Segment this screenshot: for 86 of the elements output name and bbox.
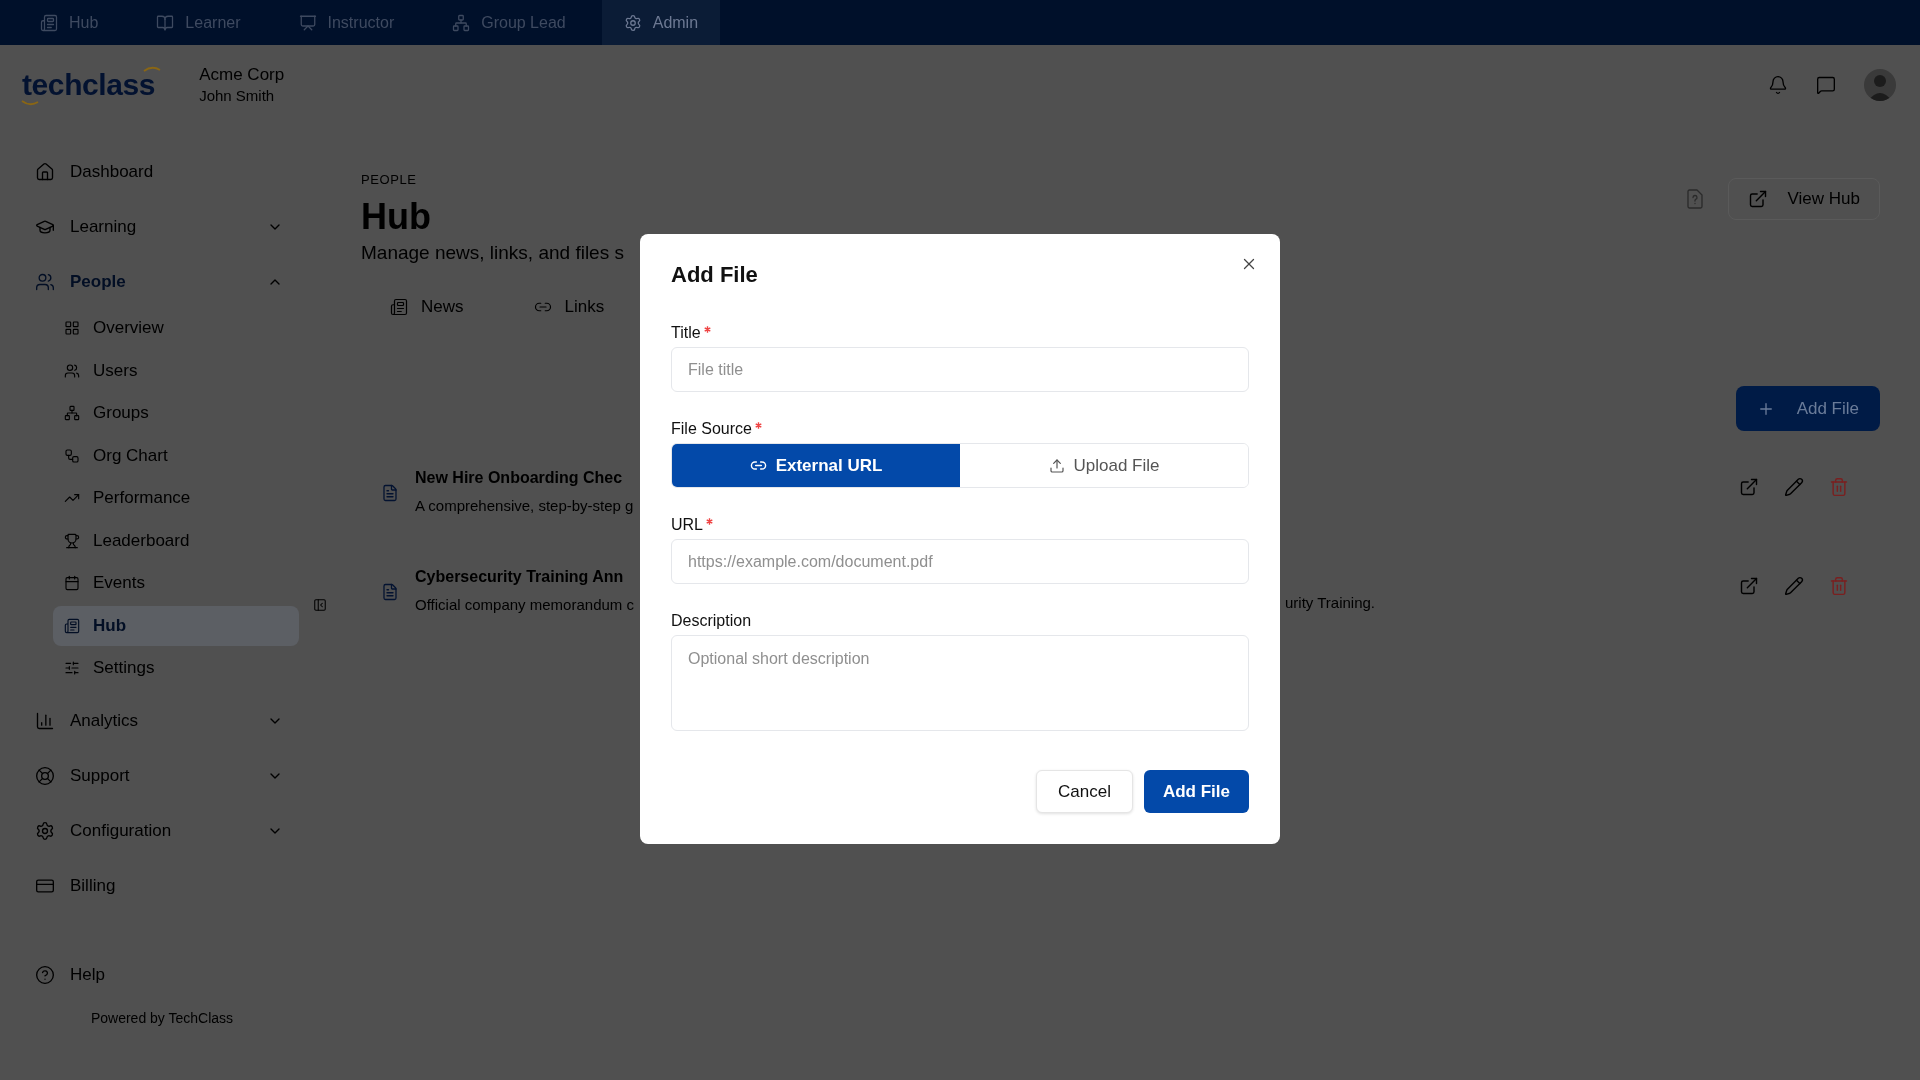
sidebar-item[interactable]: Analytics [25,699,299,743]
hierarchy-icon [64,405,80,421]
user-name: John Smith [199,86,276,106]
trash-icon [1829,476,1849,497]
swoosh-icon [143,66,161,72]
house-icon [35,162,55,182]
pencil-icon [1784,476,1804,497]
sidebar-subitem[interactable]: Overview [53,308,299,348]
dialog-title: Add File [671,261,758,289]
external-link-icon [1747,189,1768,209]
sidebar-subitem[interactable]: Org Chart [53,435,299,476]
external-link-icon [1739,575,1759,596]
submit-button[interactable]: Add File [1143,770,1249,813]
newspaper-icon [64,617,80,634]
bar-chart-icon [35,711,55,731]
input-field[interactable]: File title [671,347,1249,392]
sidebar-subitem[interactable]: Settings [53,648,299,688]
file-title[interactable]: Cybersecurity Training Ann [415,566,624,587]
organization-name: Acme Corp [199,64,285,86]
sidebar-item[interactable]: Configuration [25,809,299,853]
document-icon [381,483,399,502]
trophy-icon [64,532,80,549]
content-tab[interactable]: Links [518,286,620,328]
view-hub-button[interactable]: View Hub [1727,178,1880,220]
field-label: File Source [671,419,752,439]
external-link-icon [1739,476,1759,497]
file-description: Official company memorandum c [415,595,634,613]
grid-icon [64,320,80,336]
top-nav-tab[interactable]: Learner [134,0,263,45]
collapse-sidebar-icon[interactable] [313,598,327,612]
top-nav-tab[interactable]: Instructor [276,0,417,45]
breadcrumb: PEOPLE [361,172,417,188]
people-icon [35,272,55,292]
add-file-button[interactable]: Add File [1735,386,1880,431]
lifebuoy-icon [35,766,55,786]
top-nav-tab[interactable]: Hub [18,0,121,45]
sidebar-item[interactable]: Dashboard [25,150,299,194]
textarea-field[interactable]: Optional short description [671,635,1249,731]
top-nav-tab[interactable]: Group Lead [430,0,588,45]
document-icon [381,582,399,601]
sidebar-subitem[interactable]: Hub [53,605,299,646]
bell-icon[interactable] [1768,75,1788,95]
sidebar-subitem[interactable]: Groups [53,393,299,433]
hierarchy-icon [452,13,471,32]
newspaper-icon [390,298,408,316]
source-option[interactable]: External URL [672,444,960,487]
calendar-icon [64,575,80,591]
people-icon [64,362,80,379]
logo-wordmark: techclass [22,70,156,100]
gear-icon [35,821,55,841]
field-label: URL [671,515,703,535]
content-tab[interactable]: News [375,286,479,328]
file-description: A comprehensive, step-by-step g [415,496,634,514]
field-label: Title [671,323,701,343]
sidebar-subitem[interactable]: Leaderboard [53,520,299,561]
trash-icon [1829,575,1849,596]
sidebar-subitem[interactable]: Users [53,350,299,391]
sidebar-item[interactable]: Support [25,754,299,798]
help-link[interactable]: Help [25,953,299,997]
file-title[interactable]: New Hire Onboarding Chec [415,467,623,488]
powered-by-text: Powered by TechClass [90,1009,234,1027]
file-question-icon[interactable] [1686,189,1703,209]
file-description: urity Training. [1285,592,1376,613]
page-subtitle: Manage news, links, and files s [361,241,624,265]
pencil-icon [1784,575,1804,596]
avatar[interactable] [1864,69,1896,101]
chat-icon[interactable] [1816,75,1836,95]
gear-icon [623,13,642,32]
workflow-icon [64,447,80,464]
presentation-board-icon [298,13,317,32]
top-nav-tab[interactable]: Admin [601,0,721,45]
sliders-icon [64,660,80,676]
field-label: Description [671,611,752,631]
sidebar-subitem[interactable]: Events [53,563,299,603]
newspaper-icon [40,13,58,32]
sidebar-item[interactable]: People [25,260,299,304]
page-title: Hub [361,197,431,237]
cancel-button[interactable]: Cancel [1036,770,1133,813]
sidebar-item[interactable]: Learning [25,205,299,249]
input-field[interactable]: https://example.com/document.pdf [671,539,1249,584]
sidebar-subitem[interactable]: Performance [53,478,299,518]
open-book-icon [156,13,175,32]
upload-icon [1048,457,1065,474]
help-icon [35,965,55,985]
sidebar-item[interactable]: Billing [25,864,299,908]
swoosh-icon [21,100,39,106]
